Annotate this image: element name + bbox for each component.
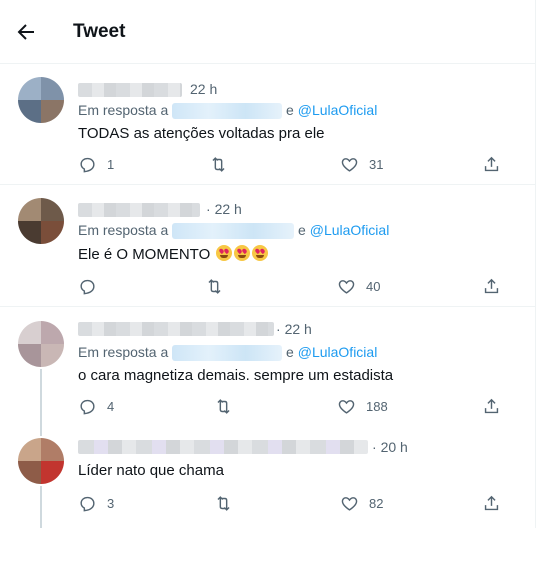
share-icon <box>484 278 499 294</box>
retweet-icon <box>217 496 230 511</box>
avatar[interactable] <box>18 438 64 484</box>
replying-to-label: Em resposta a <box>78 102 169 118</box>
like-button[interactable]: 82 <box>340 494 383 513</box>
user-name-blurred[interactable] <box>78 83 182 97</box>
replying-to-conjunction: e <box>286 344 294 360</box>
tweet-thread-panel: Tweet 22 h Em resposta a e @LulaOficial … <box>0 0 536 528</box>
heart-icon <box>338 280 355 294</box>
avatar[interactable] <box>18 321 64 367</box>
mention-link[interactable]: @LulaOficial <box>298 102 378 118</box>
reply-icon <box>80 279 95 295</box>
star-struck-emoji <box>252 245 269 261</box>
reply-tweet[interactable]: · 20 h Líder nato que chama 3 82 <box>0 428 536 528</box>
mention-link[interactable]: @LulaOficial <box>298 344 378 360</box>
replying-to-label: Em resposta a <box>78 222 169 238</box>
like-count: 188 <box>366 399 388 414</box>
retweet-button[interactable] <box>214 397 233 416</box>
share-icon <box>484 398 499 414</box>
reply-icon <box>80 157 95 173</box>
share-button[interactable] <box>482 277 501 296</box>
replied-users-blurred[interactable] <box>172 103 283 120</box>
back-arrow-icon[interactable] <box>14 20 42 44</box>
replying-to: Em resposta a e @LulaOficial <box>78 102 378 120</box>
avatar[interactable] <box>18 198 64 244</box>
heart-icon <box>338 400 355 414</box>
avatar[interactable] <box>18 77 64 123</box>
reply-button[interactable]: 1 <box>78 155 114 174</box>
like-count: 82 <box>369 496 384 511</box>
reply-tweet[interactable]: · 22 h Em resposta a e @LulaOficial Ele … <box>0 186 536 307</box>
tweet-time[interactable]: 22 h <box>190 81 217 97</box>
share-icon <box>484 495 499 511</box>
reply-icon <box>80 496 95 512</box>
like-button[interactable]: 40 <box>337 277 380 296</box>
like-button[interactable]: 31 <box>340 155 383 174</box>
reply-button[interactable]: 4 <box>78 397 114 416</box>
share-button[interactable] <box>482 397 501 416</box>
user-name-blurred[interactable] <box>78 203 200 217</box>
like-button[interactable]: 188 <box>337 397 388 416</box>
top-bar: Tweet <box>0 0 536 64</box>
replied-users-blurred[interactable] <box>172 223 295 240</box>
reply-count: 3 <box>107 496 115 511</box>
share-icon <box>484 156 499 172</box>
like-count: 31 <box>369 157 384 172</box>
share-button[interactable] <box>482 494 501 513</box>
retweet-icon <box>217 399 230 414</box>
thread-connector <box>40 486 42 528</box>
retweet-button[interactable] <box>209 155 228 174</box>
tweet-text: Líder nato que chama <box>78 462 224 479</box>
reply-tweet[interactable]: 22 h Em resposta a e @LulaOficial TODAS … <box>0 65 536 185</box>
replying-to-conjunction: e <box>298 222 306 238</box>
tweet-time[interactable]: · 20 h <box>372 439 408 455</box>
retweet-icon <box>212 157 225 172</box>
star-struck-emoji <box>234 245 251 261</box>
replied-users-blurred[interactable] <box>172 345 283 362</box>
share-button[interactable] <box>482 155 501 174</box>
heart-icon <box>341 497 358 511</box>
reply-tweet[interactable]: · 22 h Em resposta a e @LulaOficial o ca… <box>0 308 536 428</box>
reply-count: 4 <box>107 399 115 414</box>
reply-button[interactable] <box>78 277 97 296</box>
thread-connector <box>40 369 42 428</box>
tweet-text: o cara magnetiza demais. sempre um estad… <box>78 367 394 384</box>
user-name-blurred[interactable] <box>78 322 274 336</box>
mention-link[interactable]: @LulaOficial <box>310 222 390 238</box>
reply-icon <box>80 399 95 415</box>
retweet-button[interactable] <box>205 277 224 296</box>
retweet-button[interactable] <box>214 494 233 513</box>
retweet-icon <box>208 279 221 294</box>
replying-to-conjunction: e <box>286 102 294 118</box>
heart-icon <box>341 158 358 172</box>
tweet-text: Ele é O MOMENTO <box>78 245 269 263</box>
replying-to: Em resposta a e @LulaOficial <box>78 222 390 240</box>
reply-count: 1 <box>107 157 115 172</box>
star-struck-emoji <box>216 245 233 261</box>
replying-to-label: Em resposta a <box>78 344 169 360</box>
tweet-time[interactable]: · 22 h <box>206 201 242 217</box>
thread-connector <box>40 428 42 436</box>
reply-button[interactable]: 3 <box>78 494 114 513</box>
user-name-blurred[interactable] <box>78 440 368 454</box>
replying-to: Em resposta a e @LulaOficial <box>78 344 378 362</box>
like-count: 40 <box>366 279 381 294</box>
page-title: Tweet <box>73 21 126 42</box>
tweet-time[interactable]: · 22 h <box>276 321 312 337</box>
tweet-text: TODAS as atenções voltadas pra ele <box>78 125 325 142</box>
